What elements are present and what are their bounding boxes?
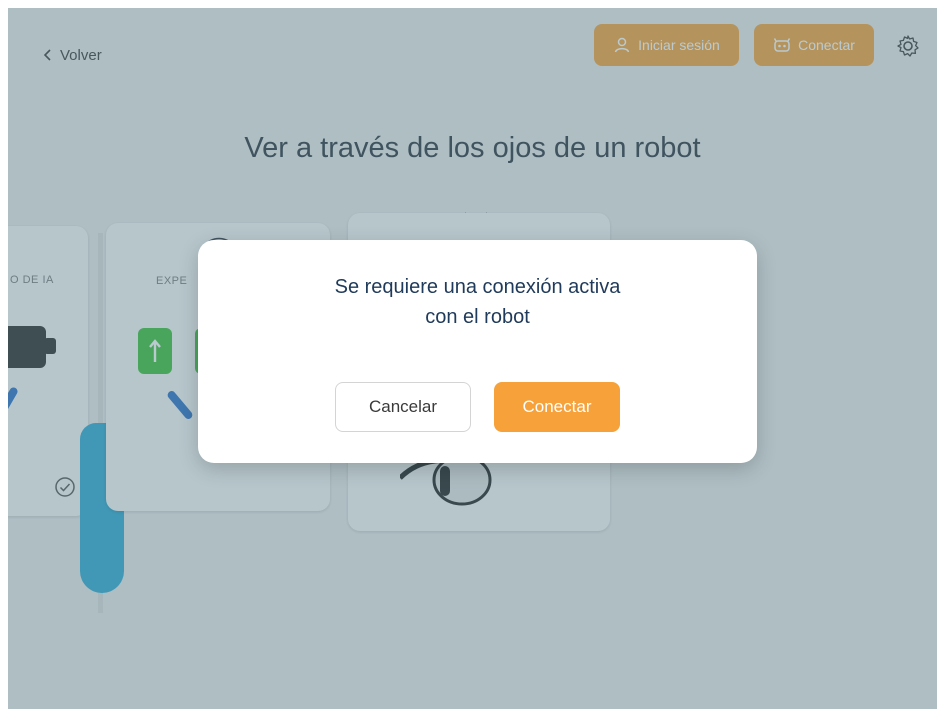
cancel-button[interactable]: Cancelar (335, 382, 471, 432)
connection-required-dialog: Se requiere una conexión activa con el r… (198, 240, 757, 463)
dialog-message-line: con el robot (425, 306, 530, 328)
connect-button[interactable]: Conectar (494, 382, 620, 432)
dialog-message-line: Se requiere una conexión activa (334, 276, 621, 298)
dialog-message: Se requiere una conexión activa con el r… (198, 272, 757, 332)
